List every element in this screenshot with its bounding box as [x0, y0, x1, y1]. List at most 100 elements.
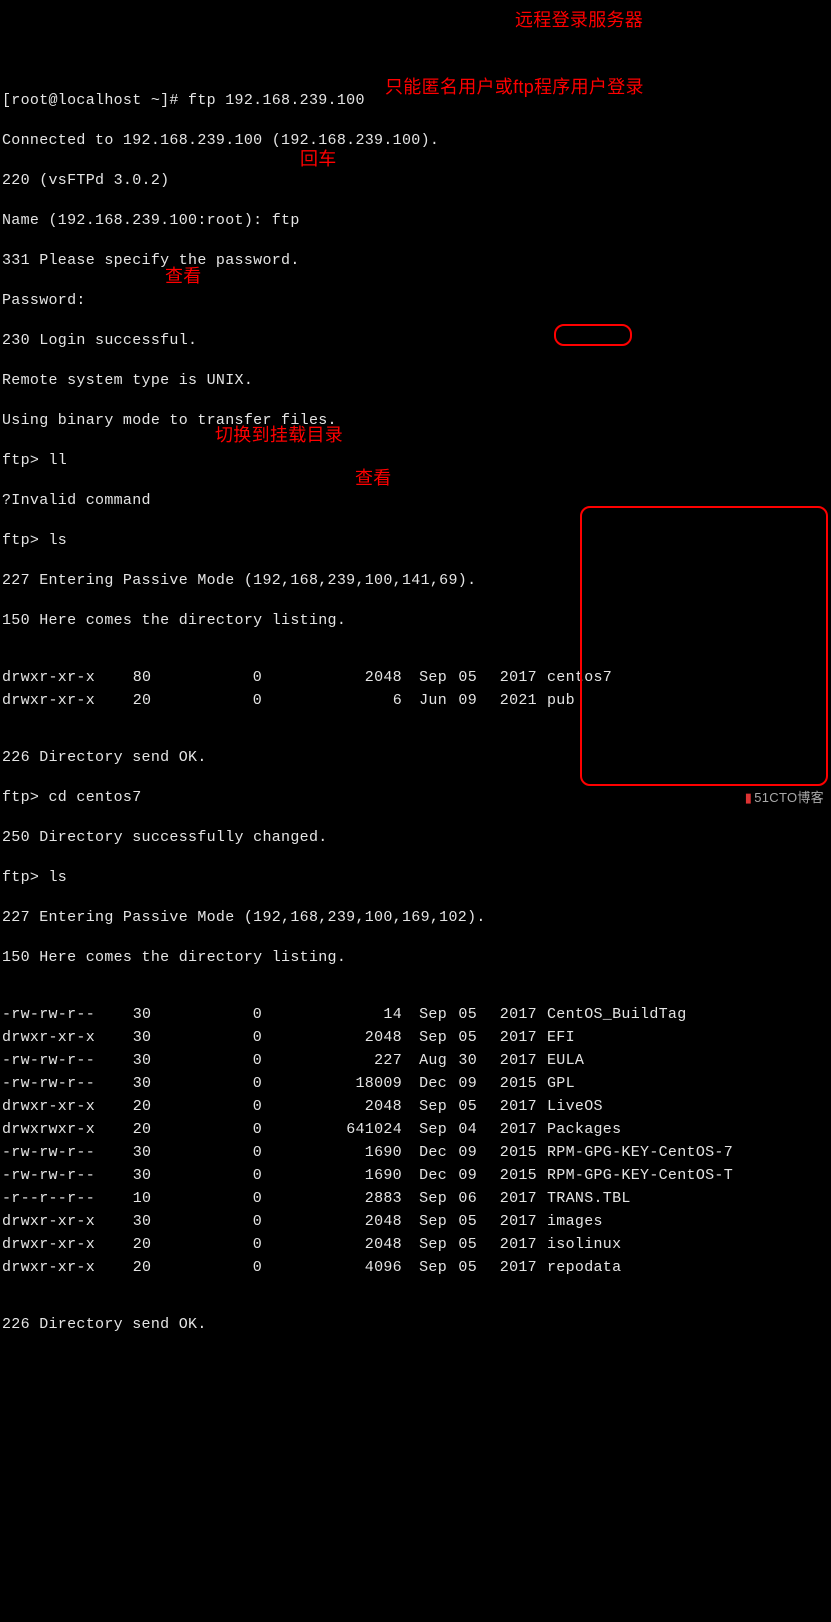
col-year: 2015: [477, 1072, 537, 1095]
col-filename: GPL: [537, 1072, 575, 1095]
col-size: 6: [262, 689, 402, 712]
annot-remote-login: 远程登录服务器: [515, 6, 643, 32]
col-owner: 0: [142, 1164, 162, 1187]
col-perm: -rw-rw-r--: [2, 1164, 112, 1187]
col-month: Dec: [402, 1141, 447, 1164]
col-month: Jun: [402, 689, 447, 712]
col-size: 4096: [262, 1256, 402, 1279]
col-links: 2: [112, 1233, 142, 1256]
col-day: 09: [447, 689, 477, 712]
col-day: 30: [447, 1049, 477, 1072]
col-perm: drwxr-xr-x: [2, 1233, 112, 1256]
col-perm: -rw-rw-r--: [2, 1072, 112, 1095]
term-line: 227 Entering Passive Mode (192,168,239,1…: [2, 906, 829, 929]
col-month: Sep: [402, 1210, 447, 1233]
ftp-prompt[interactable]: ftp> ls: [2, 529, 829, 552]
col-perm: -rw-rw-r--: [2, 1141, 112, 1164]
col-owner: 0: [142, 666, 162, 689]
col-links: 3: [112, 1003, 142, 1026]
col-filename: EULA: [537, 1049, 584, 1072]
annot-view2: 查看: [355, 464, 392, 490]
file-row: drwxrwxr-x2 00641024Sep042017Packages: [2, 1118, 829, 1141]
term-line: Password:: [2, 289, 829, 312]
file-row: drwxr-xr-x2 004096Sep052017repodata: [2, 1256, 829, 1279]
col-group: 0: [162, 1049, 262, 1072]
term-line: ?Invalid command: [2, 489, 829, 512]
col-owner: 0: [142, 1118, 162, 1141]
col-year: 2017: [477, 1049, 537, 1072]
term-line: 226 Directory send OK.: [2, 746, 829, 769]
col-perm: -r--r--r--: [2, 1187, 112, 1210]
col-day: 05: [447, 666, 477, 689]
col-group: 0: [162, 1233, 262, 1256]
annot-view1: 查看: [165, 262, 202, 288]
ftp-prompt[interactable]: ftp> cd centos7: [2, 786, 829, 809]
col-links: 3: [112, 1164, 142, 1187]
col-month: Sep: [402, 1003, 447, 1026]
col-year: 2017: [477, 666, 537, 689]
col-year: 2015: [477, 1141, 537, 1164]
col-filename: Packages: [537, 1118, 621, 1141]
term-line: 226 Directory send OK.: [2, 1313, 829, 1336]
file-row: -rw-rw-r--3 0014Sep052017CentOS_BuildTag: [2, 1003, 829, 1026]
col-links: 2: [112, 1256, 142, 1279]
term-line: 150 Here comes the directory listing.: [2, 609, 829, 632]
col-day: 05: [447, 1256, 477, 1279]
col-owner: 0: [142, 1256, 162, 1279]
term-line: Using binary mode to transfer files.: [2, 409, 829, 432]
col-year: 2017: [477, 1256, 537, 1279]
col-day: 04: [447, 1118, 477, 1141]
col-links: 2: [112, 689, 142, 712]
col-filename: pub: [537, 689, 575, 712]
col-month: Sep: [402, 1256, 447, 1279]
term-line: 250 Directory successfully changed.: [2, 826, 829, 849]
col-filename: TRANS.TBL: [537, 1187, 631, 1210]
col-day: 09: [447, 1072, 477, 1095]
col-month: Sep: [402, 1118, 447, 1141]
col-year: 2021: [477, 689, 537, 712]
col-year: 2017: [477, 1187, 537, 1210]
col-filename: centos7: [537, 666, 612, 689]
col-day: 05: [447, 1233, 477, 1256]
col-group: 0: [162, 1164, 262, 1187]
col-owner: 0: [142, 1187, 162, 1210]
col-size: 2048: [262, 666, 402, 689]
col-perm: -rw-rw-r--: [2, 1049, 112, 1072]
col-filename: EFI: [537, 1026, 575, 1049]
col-group: 0: [162, 1003, 262, 1026]
col-filename: images: [537, 1210, 603, 1233]
col-month: Sep: [402, 1026, 447, 1049]
col-perm: -rw-rw-r--: [2, 1003, 112, 1026]
col-day: 09: [447, 1164, 477, 1187]
col-size: 2048: [262, 1210, 402, 1233]
col-links: 8: [112, 666, 142, 689]
col-size: 1690: [262, 1164, 402, 1187]
col-owner: 0: [142, 1233, 162, 1256]
col-group: 0: [162, 1210, 262, 1233]
col-day: 05: [447, 1026, 477, 1049]
col-year: 2017: [477, 1003, 537, 1026]
col-month: Sep: [402, 666, 447, 689]
col-group: 0: [162, 666, 262, 689]
col-day: 05: [447, 1210, 477, 1233]
col-filename: RPM-GPG-KEY-CentOS-T: [537, 1164, 733, 1187]
file-row: -rw-rw-r--3 0018009Dec092015GPL: [2, 1072, 829, 1095]
col-perm: drwxr-xr-x: [2, 1095, 112, 1118]
ftp-prompt[interactable]: ftp> ls: [2, 866, 829, 889]
col-month: Aug: [402, 1049, 447, 1072]
col-owner: 0: [142, 1072, 162, 1095]
blog-icon: ▮: [745, 790, 752, 805]
file-row: -rw-rw-r--3 001690Dec092015RPM-GPG-KEY-C…: [2, 1141, 829, 1164]
col-perm: drwxr-xr-x: [2, 1210, 112, 1233]
col-group: 0: [162, 1256, 262, 1279]
col-perm: drwxr-xr-x: [2, 1256, 112, 1279]
col-size: 18009: [262, 1072, 402, 1095]
col-size: 2048: [262, 1095, 402, 1118]
term-line: Name (192.168.239.100:root): ftp: [2, 209, 829, 232]
ftp-prompt[interactable]: ftp> ll: [2, 449, 829, 472]
col-size: 641024: [262, 1118, 402, 1141]
col-year: 2017: [477, 1026, 537, 1049]
term-line: 331 Please specify the password.: [2, 249, 829, 272]
col-perm: drwxr-xr-x: [2, 689, 112, 712]
col-group: 0: [162, 1118, 262, 1141]
